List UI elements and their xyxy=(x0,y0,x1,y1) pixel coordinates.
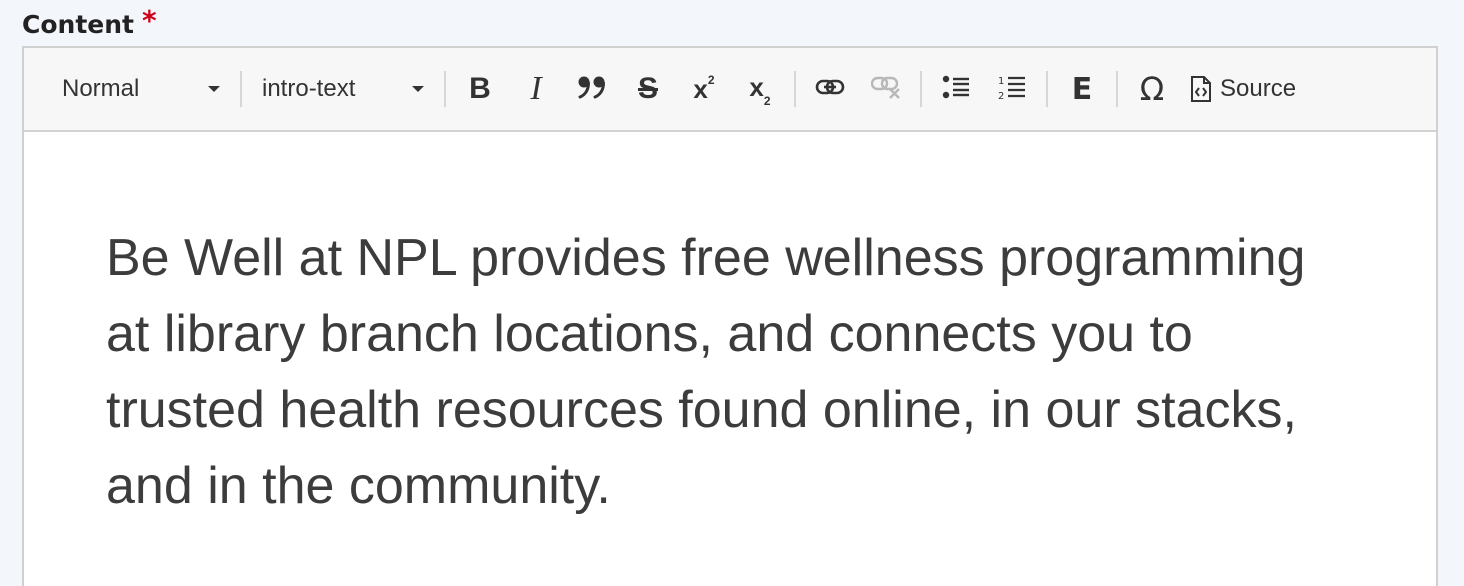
strikethrough-button[interactable]: S xyxy=(623,64,673,114)
intro-paragraph[interactable]: Be Well at NPL provides free wellness pr… xyxy=(106,220,1326,524)
toolbar-divider xyxy=(240,71,242,107)
numbered-list-button[interactable]: 1 2 xyxy=(987,64,1037,114)
field-label: Content * xyxy=(22,4,157,39)
special-character-button[interactable]: Ω xyxy=(1127,64,1177,114)
subscript-base: x xyxy=(749,72,764,103)
toolbar-divider xyxy=(920,71,922,107)
subscript-icon: x2 xyxy=(749,72,771,108)
unlink-button[interactable] xyxy=(861,64,911,114)
editor-content-area[interactable]: Be Well at NPL provides free wellness pr… xyxy=(24,132,1436,524)
subscript-mark: 2 xyxy=(763,93,771,108)
emphasis-button[interactable]: E xyxy=(1057,64,1107,114)
numbered-list-icon: 1 2 xyxy=(998,74,1026,105)
emphasis-icon: E xyxy=(1071,71,1093,107)
svg-text:2: 2 xyxy=(998,91,1004,100)
omega-icon: Ω xyxy=(1139,70,1165,108)
bold-icon: B xyxy=(469,72,491,105)
required-marker: * xyxy=(141,4,157,37)
subscript-button[interactable]: x2 xyxy=(735,64,785,114)
italic-button[interactable]: I xyxy=(511,64,561,114)
superscript-base: x xyxy=(693,73,708,104)
source-icon xyxy=(1190,75,1212,103)
toolbar-divider xyxy=(444,71,446,107)
class-dropdown[interactable]: intro-text xyxy=(248,67,438,111)
unlink-icon xyxy=(870,75,901,104)
superscript-icon: x2 xyxy=(693,72,715,105)
link-button[interactable] xyxy=(805,64,855,114)
blockquote-icon xyxy=(577,75,607,104)
toolbar-divider xyxy=(794,71,796,107)
blockquote-button[interactable] xyxy=(567,64,617,114)
toolbar-divider xyxy=(1116,71,1118,107)
bulleted-list-button[interactable] xyxy=(931,64,981,114)
bulleted-list-icon xyxy=(942,75,970,104)
svg-text:1: 1 xyxy=(998,76,1004,87)
paragraph-style-value: Normal xyxy=(62,75,140,102)
superscript-button[interactable]: x2 xyxy=(679,64,729,114)
rich-text-editor: Normal intro-text B I S x2 x2 1 2 E Ω So… xyxy=(22,46,1438,586)
italic-icon: I xyxy=(530,70,542,107)
strikethrough-icon: S xyxy=(637,72,658,105)
superscript-mark: 2 xyxy=(707,72,715,87)
bold-button[interactable]: B xyxy=(455,64,505,114)
field-label-text: Content xyxy=(22,10,134,39)
chevron-down-icon xyxy=(208,86,220,92)
source-label: Source xyxy=(1220,75,1297,102)
editor-toolbar: Normal intro-text B I S x2 x2 1 2 E Ω So… xyxy=(24,48,1436,132)
link-icon xyxy=(815,78,845,101)
toolbar-divider xyxy=(1046,71,1048,107)
paragraph-style-dropdown[interactable]: Normal xyxy=(48,67,234,111)
class-dropdown-value: intro-text xyxy=(262,75,356,102)
source-button[interactable]: Source xyxy=(1184,64,1302,114)
chevron-down-icon xyxy=(412,86,424,92)
